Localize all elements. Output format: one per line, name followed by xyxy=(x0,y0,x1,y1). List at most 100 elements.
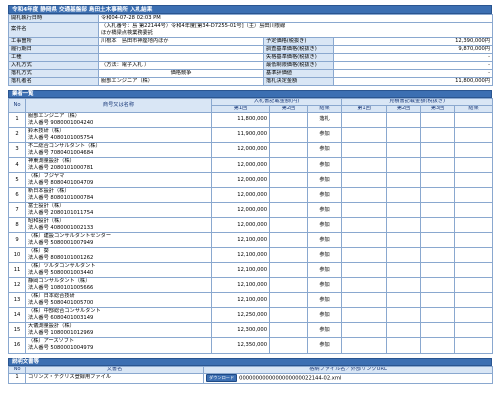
bidder-name-cell: （株）ツルタコンサルタント 法人番号 5080001003440 xyxy=(25,262,212,279)
bidder-row: 9 （株）建設コンサルタントセンター 法人番号 5080001007949 12,10… xyxy=(8,232,494,249)
page-title: 令和4年度 静岡県 交通基盤部 島田土木事務所 入札結果 xyxy=(8,5,492,14)
file-name-cell: ダウンロード 0000000000000000000022144-02.xml xyxy=(203,372,493,384)
bid-first: 12,100,000 xyxy=(211,247,270,264)
est-third xyxy=(420,262,456,279)
col-no: No xyxy=(8,98,26,113)
bid-first: 12,100,000 xyxy=(211,232,270,249)
project-place-value: 川根本 島田市神座地内ほか xyxy=(98,37,264,46)
files-col-no: No xyxy=(8,365,26,374)
bidder-no: 9 xyxy=(8,232,26,249)
winner-label: 落札者名 xyxy=(8,77,99,86)
bidder-row: 3 不二総合コンサルタント（株） 法人番号 7080401004684 12,000,… xyxy=(8,142,494,159)
bid-first: 12,100,000 xyxy=(211,262,270,279)
bidder-row: 8 昭和設計（株） 法人番号 4080001002133 12,000,000 参加 xyxy=(8,217,494,234)
files-section-title: 説明文書等 xyxy=(8,357,492,366)
est-first xyxy=(341,322,388,339)
project-place-label: 工事箇所 xyxy=(8,37,99,46)
bid-first: 12,000,000 xyxy=(211,217,270,234)
est-result xyxy=(454,322,494,339)
est-second xyxy=(386,157,422,174)
col-est-second: 第2回 xyxy=(386,105,422,113)
bid-result: 参加 xyxy=(306,232,343,249)
file-name-link[interactable]: 0000000000000000000022144-02.xml xyxy=(239,376,341,382)
bid-result: 参加 xyxy=(306,337,343,354)
open-datetime-label: 開札執行日時 xyxy=(8,14,99,23)
bidder-row: 12 静岡コンサルタント（株） 法人番号 1080101005666 12,100,0… xyxy=(8,277,494,294)
bid-second xyxy=(269,202,308,219)
bid-result: 落札 xyxy=(306,111,343,129)
bid-result: 参加 xyxy=(306,322,343,339)
bidder-corp-number: 法人番号 2080101011754 xyxy=(28,210,94,217)
bid-first: 12,300,000 xyxy=(211,322,270,339)
est-result xyxy=(454,277,494,294)
est-second xyxy=(386,277,422,294)
bid-result: 参加 xyxy=(306,217,343,234)
bid-first: 12,100,000 xyxy=(211,277,270,294)
bidder-no: 11 xyxy=(8,262,26,279)
bidder-no: 8 xyxy=(8,217,26,234)
bidder-corp-number: 法人番号 5080401005700 xyxy=(28,300,94,307)
bid-result-page: 令和4年度 静岡県 交通基盤部 島田土木事務所 入札結果 開札執行日時 令和04… xyxy=(0,0,500,403)
est-second xyxy=(386,262,422,279)
col-first: 第1回 xyxy=(211,105,270,113)
est-second xyxy=(386,172,422,189)
bid-result: 参加 xyxy=(306,262,343,279)
est-third xyxy=(420,157,456,174)
bidder-corp-number: 法人番号 1080101005666 xyxy=(28,285,94,292)
est-first xyxy=(341,142,388,159)
est-third xyxy=(420,142,456,159)
bid-result: 参加 xyxy=(306,247,343,264)
bidder-corp-number: 法人番号 5080001007949 xyxy=(28,240,94,247)
bidder-name-cell: （株）日本総合技研 法人番号 5080401005700 xyxy=(25,292,212,309)
bid-second xyxy=(269,247,308,264)
col-est-third: 第3回 xyxy=(420,105,456,113)
est-first xyxy=(341,202,388,219)
bid-second xyxy=(269,262,308,279)
bid-second xyxy=(269,217,308,234)
bid-first: 12,000,000 xyxy=(211,202,270,219)
min-price-label: 最低制限価格(税抜き) xyxy=(263,61,334,70)
bid-second xyxy=(269,157,308,174)
est-third xyxy=(420,277,456,294)
est-first xyxy=(341,232,388,249)
award-method-value: 価格競争 xyxy=(98,69,264,78)
col-result: 結果 xyxy=(306,105,343,113)
file-no: 1 xyxy=(8,372,26,384)
est-first xyxy=(341,277,388,294)
bidder-corp-number: 法人番号 9080001004240 xyxy=(28,120,94,127)
est-second xyxy=(386,142,422,159)
bidder-corp-number: 法人番号 5080001004979 xyxy=(28,345,94,352)
col-second: 第2回 xyxy=(269,105,308,113)
est-second xyxy=(386,337,422,354)
bidder-row: 10 （株）葵 法人番号 8080101001262 12,100,000 参加 xyxy=(8,247,494,264)
bidder-corp-number: 法人番号 6080401003149 xyxy=(28,315,94,322)
bid-second xyxy=(269,307,308,324)
est-second xyxy=(386,187,422,204)
bidder-corp-number: 法人番号 2080101000781 xyxy=(28,165,94,172)
download-button[interactable]: ダウンロード xyxy=(206,374,238,382)
est-result xyxy=(454,157,494,174)
file-doc-name: コリンズ・テクリス登録用ファイル xyxy=(25,372,204,384)
est-third xyxy=(420,337,456,354)
award-method-label: 落札方式 xyxy=(8,69,99,78)
est-first xyxy=(341,262,388,279)
bidder-corp-number: 法人番号 7080401004684 xyxy=(28,150,94,157)
bidder-no: 1 xyxy=(8,111,26,129)
bidder-corp-number: 法人番号 5080001003440 xyxy=(28,270,94,277)
bidder-name-cell: 不二総合コンサルタント（株） 法人番号 7080401004684 xyxy=(25,142,212,159)
bidder-corp-number: 法人番号 4080001002133 xyxy=(28,225,94,232)
est-third xyxy=(420,172,456,189)
bid-first: 11,900,000 xyxy=(211,127,270,144)
case-name-line1: （入札番号：島 第22144号）令和4年度[第34-D7255-01号]（主）島… xyxy=(101,23,286,30)
est-result xyxy=(454,172,494,189)
bid-second xyxy=(269,337,308,354)
bidder-name-cell: 神東測量設計（株） 法人番号 2080101000781 xyxy=(25,157,212,174)
est-second xyxy=(386,111,422,129)
files-table: No 文書名 格納ファイル名／外部リンクURL 1 コリンズ・テクリス登録用ファイ… xyxy=(8,365,493,384)
score-label: 基準評価値 xyxy=(263,69,334,78)
bidder-row: 2 鈴木技研（株） 法人番号 4080101005754 11,900,000 参加 xyxy=(8,127,494,144)
bid-second xyxy=(269,127,308,144)
bid-result: 参加 xyxy=(306,187,343,204)
bidder-corp-number: 法人番号 8080101000784 xyxy=(28,195,94,202)
est-second xyxy=(386,127,422,144)
